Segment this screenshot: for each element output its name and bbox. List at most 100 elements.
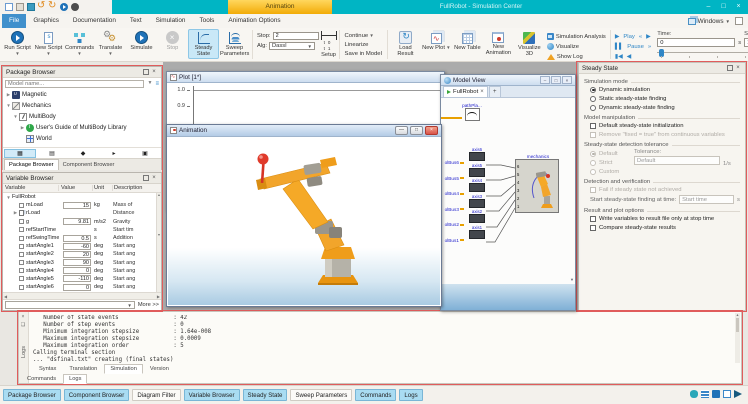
variable-browser-header[interactable]: Variable Browser × (3, 173, 161, 184)
axis-block[interactable]: axis4 (468, 178, 486, 194)
ribbon-button[interactable]: New Table ▼ (452, 29, 483, 59)
variable-checkbox[interactable] (19, 252, 24, 257)
close-button[interactable]: × (731, 1, 746, 14)
variable-row[interactable]: startAngle2 20 deg Start ang (3, 250, 161, 258)
ribbon-tab[interactable]: Tools (192, 14, 221, 28)
variable-value-input[interactable]: 15 (63, 202, 91, 209)
quick-access-icon[interactable] (60, 3, 68, 11)
statusbar-panel-button[interactable]: Variable Browser (184, 389, 240, 401)
horizontal-scrollbar[interactable]: ◀▶ (3, 292, 161, 299)
animation-viewport[interactable] (168, 137, 440, 305)
algorithm-select[interactable]: Dassl▼ (269, 42, 315, 50)
axis-block[interactable]: axis1 (468, 225, 486, 241)
statusbar-panel-button[interactable]: Steady State (243, 389, 288, 401)
variable-value-input[interactable]: 9.81 (63, 218, 91, 225)
close-panel-icon[interactable]: × (150, 173, 158, 183)
ribbon-tab[interactable]: Text (123, 14, 149, 28)
float-panel-icon[interactable] (727, 65, 733, 71)
close-button[interactable]: × (562, 76, 572, 84)
variable-value-input[interactable]: 0 (63, 267, 91, 274)
column-description[interactable]: Description (113, 185, 161, 191)
bus-connector[interactable]: olBus1 (441, 233, 465, 249)
variable-row[interactable]: startAngle5 -110 deg Start ang (3, 275, 161, 283)
step-back-icon[interactable]: ◀ (627, 54, 632, 60)
variable-row[interactable]: g 9.81 m/s2 Gravity (3, 218, 161, 226)
checkbox-option[interactable]: Remove "fixed = true" from continuous va… (584, 130, 740, 139)
statusbar-panel-button[interactable]: Sweep Parameters (290, 389, 352, 401)
library-view-button[interactable]: ▤ (37, 149, 67, 158)
time-slider[interactable] (657, 49, 748, 58)
close-button[interactable]: × (425, 126, 438, 135)
variable-checkbox[interactable] (19, 236, 24, 241)
tree-item[interactable]: World (3, 133, 161, 144)
bus-connector[interactable]: olBus3 (441, 202, 465, 218)
animation-titlebar[interactable]: Animation — □ × (167, 125, 441, 137)
ribbon-button[interactable]: Run Script ▼ (2, 29, 33, 59)
log-tab[interactable]: Translation (63, 364, 103, 374)
variable-checkbox[interactable] (19, 260, 24, 265)
tree-item[interactable]: ▼ Mechanics (3, 100, 161, 111)
ribbon-button[interactable]: Sweep Parameters ▼ (219, 29, 250, 59)
tool-link[interactable]: Show Log (547, 52, 606, 61)
axis-block[interactable]: axis6 (468, 147, 486, 163)
minimize-button[interactable]: — (395, 126, 408, 135)
variable-row[interactable]: ▶ rLoad Distance (3, 209, 161, 217)
variable-value-input[interactable]: 20 (63, 251, 91, 258)
statusbar-panel-button[interactable]: Commands (355, 389, 396, 401)
stop-time-input[interactable] (273, 32, 319, 40)
variable-checkbox[interactable] (19, 276, 24, 281)
variable-checkbox[interactable] (19, 227, 24, 232)
ribbon-button[interactable]: Stop ▼ (157, 29, 188, 59)
variable-row[interactable]: startAngle3 90 deg Start ang (3, 259, 161, 267)
variable-checkbox[interactable] (19, 285, 24, 290)
ribbon-link[interactable]: Linearize ▼ (345, 42, 382, 48)
ribbon-link[interactable]: Save in Model ▼ (345, 51, 382, 57)
steady-state-header[interactable]: Steady State × (579, 63, 745, 74)
ribbon-button[interactable]: New Plot ▼ (421, 29, 452, 59)
scroll-left-icon[interactable]: ◀ (4, 294, 7, 299)
axis-block[interactable]: axis3 (468, 194, 486, 210)
ribbon-tab[interactable]: Documentation (66, 14, 123, 28)
vertical-scrollbar[interactable]: ▲▼ (156, 193, 161, 292)
log-tab[interactable]: Simulation (104, 364, 143, 374)
close-panel-icon[interactable]: × (150, 67, 158, 77)
maximize-button[interactable]: □ (410, 126, 423, 135)
variable-row[interactable]: startAngle4 0 deg Start ang (3, 267, 161, 275)
tree-item[interactable]: ▶ Magnetic (3, 89, 161, 100)
float-panel-icon[interactable] (143, 175, 149, 181)
axis-block[interactable]: axis5 (468, 163, 486, 179)
tree-expander[interactable]: ▼ (5, 103, 12, 108)
log-scrollbar[interactable]: ▲ (735, 313, 740, 363)
library-view-button[interactable]: ▦ (4, 149, 36, 158)
ribbon-link[interactable]: Continue ▼ (345, 33, 382, 39)
variable-checkbox[interactable] (19, 219, 24, 224)
ribbon-button[interactable]: New Script ▼ (33, 29, 64, 59)
close-panel-icon[interactable]: × (19, 314, 27, 320)
library-view-button[interactable]: ◆ (68, 149, 98, 158)
status-icon-layers[interactable] (701, 390, 709, 398)
model-view-window[interactable]: Model View – □ × FullRobot × + (440, 74, 576, 311)
rewind-icon[interactable]: « (639, 34, 642, 40)
column-value[interactable]: Value (59, 185, 93, 191)
tree-item[interactable]: ▶ User's Guide of MultiBody Library (3, 122, 161, 133)
tree-expander[interactable]: ▼ (12, 114, 19, 119)
statusbar-panel-button[interactable]: Component Browser (64, 389, 130, 401)
collapse-tree-icon[interactable]: ≡ (155, 80, 159, 88)
variable-checkbox[interactable] (19, 203, 24, 208)
ribbon-tab[interactable]: File (2, 14, 26, 28)
quick-access-icon[interactable] (49, 3, 57, 11)
quick-access-icon[interactable] (5, 3, 13, 11)
maximize-button[interactable]: □ (551, 76, 561, 84)
ribbon-tab[interactable]: Graphics (26, 14, 66, 28)
ribbon-button[interactable]: Simulate ▼ (126, 29, 157, 59)
checkbox-option[interactable]: Default steady-state initialization (584, 121, 740, 130)
variable-row[interactable]: refStartTime s Start tim (3, 226, 161, 234)
scroll-right-icon[interactable]: ▶ (157, 294, 160, 299)
radio-option[interactable]: Dynamic steady-state finding (584, 103, 740, 112)
checkbox-option[interactable]: Compare steady-state results (584, 223, 740, 232)
variable-value-input[interactable]: -110 (63, 275, 91, 282)
variable-value-input[interactable]: 0 (63, 284, 91, 291)
quick-access-icon[interactable] (16, 3, 24, 11)
ribbon-button[interactable]: Load Result ▼ (390, 29, 421, 59)
status-icon-document[interactable] (723, 390, 731, 398)
